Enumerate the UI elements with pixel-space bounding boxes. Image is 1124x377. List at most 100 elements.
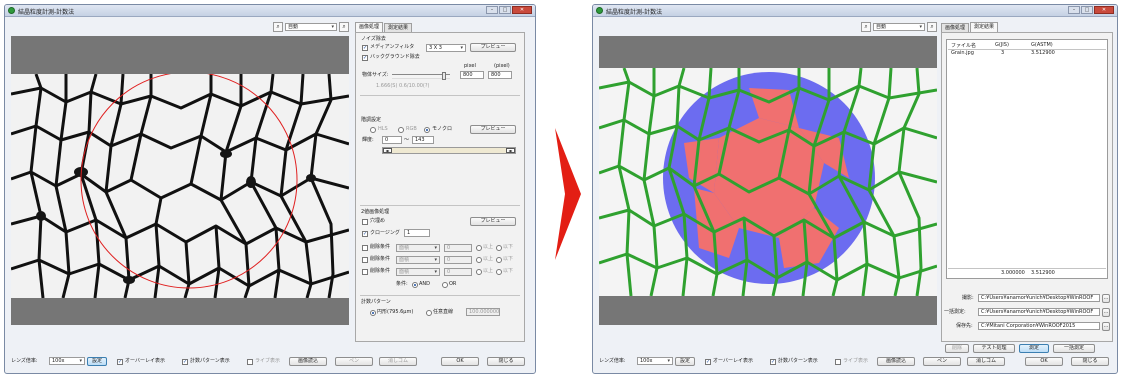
eraser-button[interactable]: 消しゴム [967,357,1005,366]
pattern-show-checkbox[interactable]: ✓ [770,359,776,365]
batch-path[interactable]: C:¥Users¥anamor¥unich¥Desktop¥WinROOF [978,308,1100,316]
below-radio-2[interactable] [496,257,502,263]
bg-checkbox[interactable]: ✓ [362,55,368,61]
range-right-arrows[interactable]: ◂▸ [506,148,515,153]
right-tab-image[interactable]: 画像処理 [941,23,970,32]
size-field-1[interactable]: 800 [460,71,484,79]
fill-checkbox[interactable] [362,219,368,225]
brightness-to[interactable]: 143 [412,136,434,144]
brightness-from[interactable]: 0 [382,136,402,144]
delete-area-select-2[interactable]: 面積 [396,256,440,264]
lens-set-button[interactable]: 設定 [675,357,695,366]
table-row-g-astm: 3.512900 [1031,50,1055,56]
below-radio-3[interactable] [496,269,502,275]
median-checkbox[interactable]: ✓ [362,45,368,51]
lens-label: レンズ倍率: [11,358,38,364]
size-field-2[interactable]: 800 [488,71,512,79]
and-radio[interactable] [412,282,418,288]
closing-checkbox[interactable]: ✓ [362,231,368,237]
zoom-in-icon[interactable]: ⌕ [273,22,283,32]
live-checkbox[interactable] [835,359,841,365]
delete-cond-value-2[interactable]: 0 [444,256,472,264]
range-left-arrows[interactable]: ◂▸ [383,148,392,153]
above-radio-2[interactable] [476,257,482,263]
any-line-field[interactable]: 100.000000 [466,308,500,316]
maximize-icon[interactable]: □ [499,6,511,14]
test-process-button[interactable]: テスト処理 [973,344,1015,353]
batch-browse-button[interactable]: … [1102,308,1110,317]
delete-cond-value-1[interactable]: 0 [444,244,472,252]
below-radio-1[interactable] [496,245,502,251]
left-image-canvas[interactable] [11,36,349,325]
right-grain-image [599,68,937,296]
noise-preview-button[interactable]: プレビュー [470,43,516,52]
delete-cond-value-3[interactable]: 0 [444,268,472,276]
lens-select[interactable]: 100x [637,357,673,365]
close-icon[interactable]: ✕ [512,6,532,14]
delete-area-select-3[interactable]: 面積 [396,268,440,276]
eraser-button[interactable]: 消しゴム [379,357,417,366]
overlay-checkbox[interactable]: ✓ [705,359,711,365]
shot-path[interactable]: C:¥Users¥anamor¥unich¥Desktop¥WinROOF [978,294,1100,302]
save-path[interactable]: C:¥Mitani Corporation¥WinROOF2015 [978,322,1100,330]
ok-button[interactable]: OK [1025,357,1063,366]
any-line-radio[interactable] [426,310,432,316]
binary-preview-button[interactable]: プレビュー [470,217,516,226]
col-g-jis: G(JIS) [995,42,1009,48]
results-table[interactable]: ファイル名 G(JIS) G(ASTM) Grain.jpg 3 3.51290… [946,39,1108,279]
size-slider[interactable] [392,72,450,80]
delete-area-select-1[interactable]: 面積 [396,244,440,252]
load-image-button[interactable]: 画像読込 [877,357,915,366]
measure-button[interactable]: 測定 [1019,344,1049,353]
circle-radio[interactable] [370,310,376,316]
zoom-in-icon[interactable]: ⌕ [861,22,871,32]
left-zoom-select[interactable]: 自動 [285,23,337,31]
right-titlebar[interactable]: 結晶粒度計測-計数法 – □ ✕ [593,5,1117,17]
left-titlebar[interactable]: 結晶粒度計測-計数法 – □ ✕ [5,5,535,17]
delete-cond-checkbox-2[interactable] [362,257,368,263]
right-image-canvas[interactable] [599,36,937,325]
delete-cond-checkbox-3[interactable] [362,269,368,275]
lens-set-button[interactable]: 設定 [87,357,107,366]
pen-button[interactable]: ペン [335,357,373,366]
load-image-button[interactable]: 画像読込 [289,357,327,366]
live-checkbox[interactable] [247,359,253,365]
median-label: メディアンフィルタ [370,44,415,50]
shot-browse-button[interactable]: … [1102,294,1110,303]
zoom-out-icon[interactable]: ⌕ [927,22,937,32]
left-tab-image[interactable]: 画像処理 [355,22,384,32]
pen-button[interactable]: ペン [923,357,961,366]
radio-mono[interactable] [424,127,430,133]
radio-hls[interactable] [370,127,376,133]
close-button[interactable]: 閉じる [1071,357,1109,366]
brightness-range-bar[interactable]: ◂▸ ◂▸ [382,147,516,154]
closing-field[interactable]: 1 [404,229,430,237]
radio-rgb[interactable] [398,127,404,133]
pattern-heading: 計数パターン [361,299,391,305]
delete-button[interactable]: 削除 [945,344,969,353]
threshold-preview-button[interactable]: プレビュー [470,125,516,134]
right-tab-results[interactable]: 測定結果 [970,22,999,32]
lens-select[interactable]: 100x [49,357,85,365]
close-button[interactable]: 閉じる [487,357,525,366]
save-browse-button[interactable]: … [1102,322,1110,331]
maximize-icon[interactable]: □ [1081,6,1093,14]
ok-button[interactable]: OK [441,357,479,366]
zoom-out-icon[interactable]: ⌕ [339,22,349,32]
median-select[interactable]: 3 X 3 [426,44,466,52]
total-g-astm: 3.512900 [1031,270,1055,276]
overlay-checkbox[interactable]: ✓ [117,359,123,365]
close-icon[interactable]: ✕ [1094,6,1114,14]
above-radio-1[interactable] [476,245,482,251]
minimize-icon[interactable]: – [1068,6,1080,14]
above-radio-3[interactable] [476,269,482,275]
or-radio[interactable] [442,282,448,288]
label-rgb: RGB [406,126,417,132]
pattern-show-checkbox[interactable]: ✓ [182,359,188,365]
right-zoom-select[interactable]: 自動 [873,23,925,31]
delete-cond-checkbox-1[interactable] [362,245,368,251]
total-g-jis: 3.000000 [1001,270,1025,276]
minimize-icon[interactable]: – [486,6,498,14]
left-tab-results[interactable]: 測定結果 [384,23,413,32]
batch-measure-button[interactable]: 一括測定 [1053,344,1095,353]
